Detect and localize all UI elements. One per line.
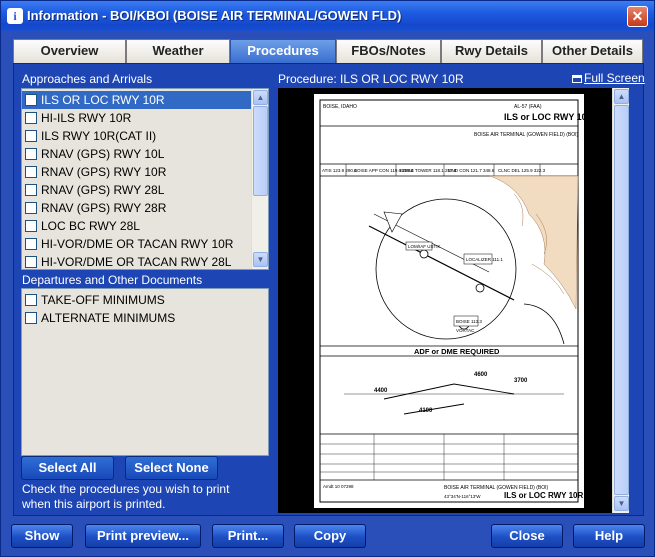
show-button[interactable]: Show <box>11 524 73 548</box>
approach-plate-svg: BOISE, IDAHO AL-57 (FAA) ILS or LOC RWY … <box>319 99 584 503</box>
list-item[interactable]: TAKE-OFF MINIMUMS <box>22 291 268 309</box>
window-icon <box>572 74 582 83</box>
information-window: i Information - BOI/KBOI (BOISE AIR TERM… <box>0 0 655 557</box>
approach-chart-page: BOISE, IDAHO AL-57 (FAA) ILS or LOC RWY … <box>314 94 584 508</box>
scroll-thumb[interactable] <box>253 106 268 196</box>
window-title: Information - BOI/KBOI (BOISE AIR TERMIN… <box>27 8 402 23</box>
list-item[interactable]: ILS OR LOC RWY 10R <box>22 91 251 109</box>
chart-alt-3: 4600 <box>474 372 488 378</box>
chart-bottom-name: ILS or LOC RWY 10R <box>504 491 583 500</box>
chart-fix-4: VORTAC <box>456 328 475 333</box>
list-item[interactable]: HI-VOR/DME OR TACAN RWY 10R <box>22 235 268 253</box>
approaches-heading: Approaches and Arrivals <box>22 72 153 86</box>
list-item[interactable]: ALTERNATE MINIMUMS <box>22 309 268 327</box>
checkbox[interactable] <box>25 112 37 124</box>
chart-fix-2: LOCALIZER 111.1 <box>466 257 503 262</box>
chart-airport: BOISE AIR TERMINAL (GOWEN FIELD) (BOI) <box>474 132 579 138</box>
checkbox[interactable] <box>25 220 37 232</box>
checkbox[interactable] <box>25 202 37 214</box>
checkbox[interactable] <box>25 166 37 178</box>
chart-ref: AL-57 (FAA) <box>514 104 542 110</box>
full-screen-link[interactable]: Full Screen <box>572 71 645 85</box>
chart-alt-4: 3700 <box>514 378 528 384</box>
checkbox[interactable] <box>25 148 37 160</box>
approaches-list[interactable]: ILS OR LOC RWY 10R HI-ILS RWY 10R ILS RW… <box>21 88 269 270</box>
hint-line-1: Check the procedures you wish to print <box>22 482 230 496</box>
approaches-scrollbar[interactable]: ▲ ▼ <box>251 89 268 269</box>
list-item[interactable]: HI-VOR/DME OR TACAN RWY 28L <box>22 253 268 269</box>
list-item[interactable]: RNAV (GPS) RWY 28R <box>22 199 268 217</box>
checkbox[interactable] <box>25 238 37 250</box>
tab-fbos-notes[interactable]: FBOs/Notes <box>336 39 441 63</box>
chart-fix-1: LOM/IAF USTIK <box>408 244 441 249</box>
checkbox[interactable] <box>25 312 37 324</box>
tab-rwy-details[interactable]: Rwy Details <box>441 39 542 63</box>
list-item[interactable]: ILS RWY 10R(CAT II) <box>22 127 268 145</box>
copy-button[interactable]: Copy <box>294 524 366 548</box>
list-item[interactable]: RNAV (GPS) RWY 10L <box>22 145 268 163</box>
chart-freq-4: GND CON 121.7 348.6 <box>448 168 495 173</box>
departures-heading: Departures and Other Documents <box>22 273 203 287</box>
tab-weather[interactable]: Weather <box>126 39 230 63</box>
scroll-down-icon[interactable]: ▼ <box>614 496 629 511</box>
hint-line-2: when this airport is printed. <box>22 497 166 511</box>
tab-procedures[interactable]: Procedures <box>230 39 336 63</box>
chart-freq-1: ATIS 123.9 290.4 <box>322 168 357 173</box>
close-window-button[interactable]: ✕ <box>627 6 648 27</box>
checkbox[interactable] <box>25 94 37 106</box>
print-preview-button[interactable]: Print preview... <box>85 524 201 548</box>
checkbox[interactable] <box>25 184 37 196</box>
help-button[interactable]: Help <box>573 524 645 548</box>
checkbox[interactable] <box>25 130 37 142</box>
scroll-up-icon[interactable]: ▲ <box>253 90 268 105</box>
list-item[interactable]: HI-ILS RWY 10R <box>22 109 268 127</box>
scroll-up-icon[interactable]: ▲ <box>614 89 629 104</box>
scroll-thumb[interactable] <box>614 105 629 495</box>
chart-adf-note: ADF or DME REQUIRED <box>414 347 500 356</box>
chart-fix-3: BOISE 113.3 <box>456 319 482 324</box>
tab-other-details[interactable]: Other Details <box>542 39 643 63</box>
select-all-button[interactable]: Select All <box>21 456 114 480</box>
tab-overview[interactable]: Overview <box>13 39 126 63</box>
title-bar[interactable]: i Information - BOI/KBOI (BOISE AIR TERM… <box>1 1 654 31</box>
chart-scrollbar[interactable]: ▲ ▼ <box>612 88 629 513</box>
chart-alt-1: 4400 <box>374 388 388 394</box>
select-none-button[interactable]: Select None <box>125 456 218 480</box>
info-icon: i <box>7 8 23 24</box>
list-item[interactable]: RNAV (GPS) RWY 10R <box>22 163 268 181</box>
procedures-panel: Approaches and Arrivals ILS OR LOC RWY 1… <box>13 63 645 516</box>
close-button[interactable]: Close <box>491 524 563 548</box>
chart-amdt: Amdt 10 07298 <box>323 484 354 489</box>
chart-location: BOISE, IDAHO <box>323 104 357 110</box>
chart-freq-5: CLNC DEL 125.9 322.3 <box>498 168 546 173</box>
list-item[interactable]: RNAV (GPS) RWY 28L <box>22 181 268 199</box>
departures-list[interactable]: TAKE-OFF MINIMUMS ALTERNATE MINIMUMS <box>21 288 269 456</box>
chart-viewer[interactable]: BOISE, IDAHO AL-57 (FAA) ILS or LOC RWY … <box>278 88 629 513</box>
procedure-label: Procedure: ILS OR LOC RWY 10R <box>278 72 464 86</box>
checkbox[interactable] <box>25 256 37 268</box>
chart-name: ILS or LOC RWY 10R <box>504 112 584 122</box>
print-button[interactable]: Print... <box>212 524 284 548</box>
chart-alt-2: 4100 <box>419 408 433 414</box>
checkbox[interactable] <box>25 294 37 306</box>
scroll-down-icon[interactable]: ▼ <box>253 252 268 267</box>
chart-coords: 43°34'N-116°13'W <box>444 494 481 499</box>
tab-strip: Overview Weather Procedures FBOs/Notes R… <box>13 39 643 63</box>
list-item[interactable]: LOC BC RWY 28L <box>22 217 268 235</box>
